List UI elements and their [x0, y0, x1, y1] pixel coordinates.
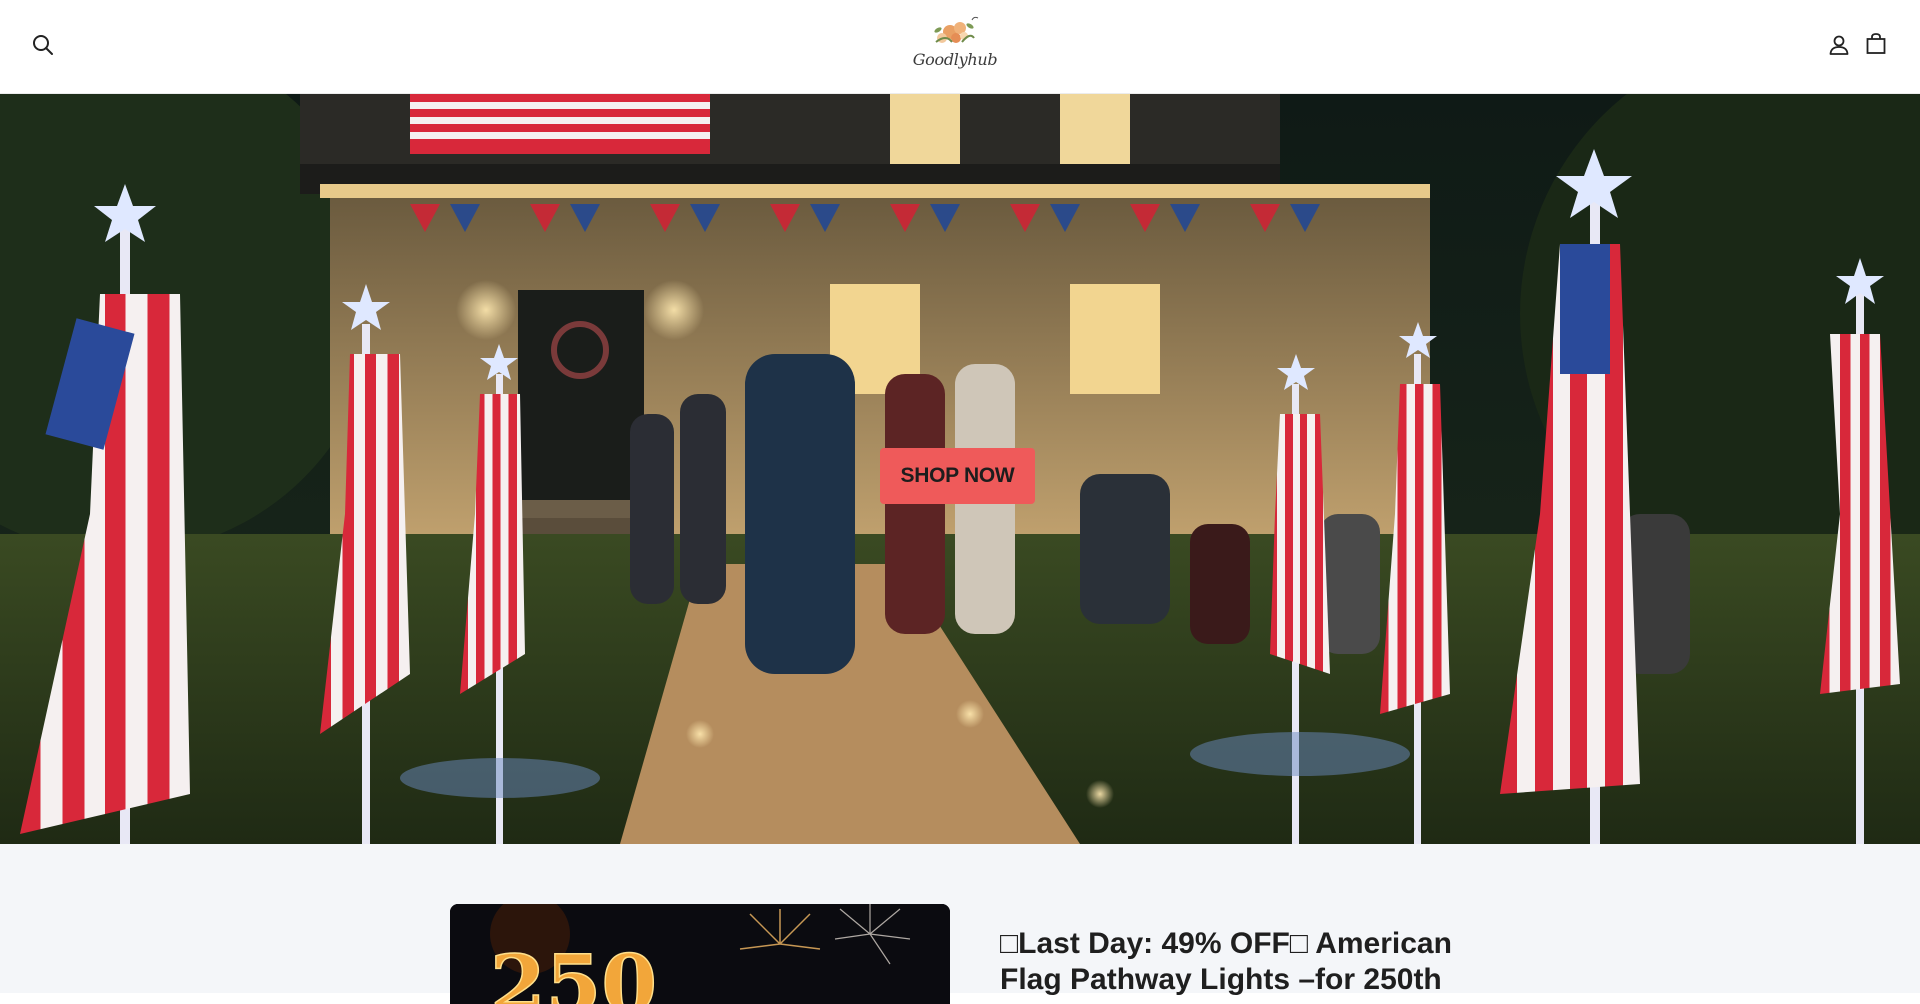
product-title: □Last Day: 49% OFF□ American Flag Pathwa…	[1000, 927, 1452, 996]
fireworks-image: 250	[450, 904, 950, 1004]
product-section: 250 □Last Day: 49% OFF□ American Flag Pa…	[0, 844, 1920, 1004]
account-icon[interactable]	[1827, 33, 1851, 57]
logo-text: Goodlyhub	[912, 50, 998, 69]
shop-now-button[interactable]: SHOP NOW	[880, 448, 1035, 504]
hero-banner: SHOP NOW	[0, 94, 1920, 844]
site-logo[interactable]: Goodlyhub	[912, 12, 998, 74]
search-icon[interactable]	[30, 32, 56, 58]
cart-icon[interactable]	[1864, 32, 1888, 56]
product-image-text: 250	[490, 937, 657, 1004]
site-header: Goodlyhub	[0, 0, 1920, 94]
product-image[interactable]: 250	[450, 904, 950, 1004]
